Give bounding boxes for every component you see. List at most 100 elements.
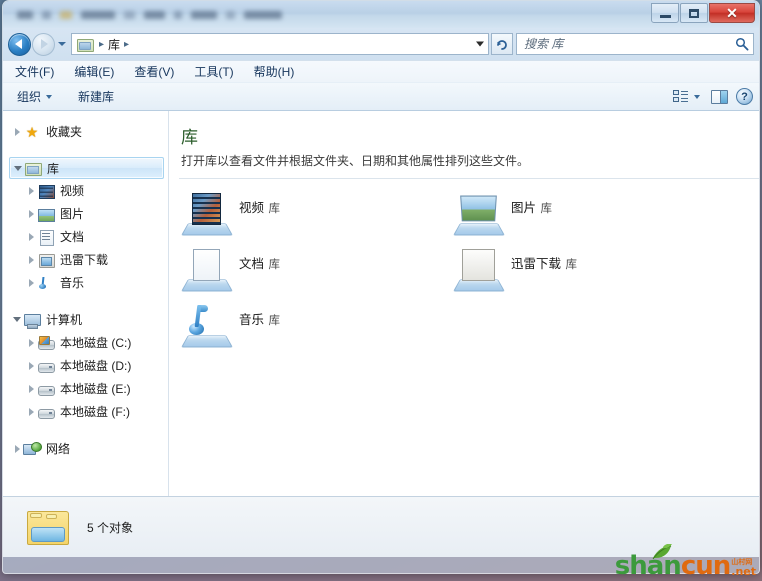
- expander-closed-icon[interactable]: [25, 361, 37, 370]
- back-button[interactable]: [8, 32, 31, 56]
- library-grid: 视频 库 图片 库 文档 库 迅雷下载 库 音乐 库: [169, 179, 759, 355]
- library-item-documents[interactable]: 文档 库: [177, 243, 449, 299]
- file-list-pane[interactable]: 库 打开库以查看文件并根据文件夹、日期和其他属性排列这些文件。 视频 库 图片: [169, 111, 759, 496]
- folder-icon: [24, 160, 42, 176]
- library-item-text: 文档 库: [239, 247, 280, 273]
- expander-closed-icon[interactable]: [11, 444, 23, 453]
- sidebar-item-drive-f[interactable]: 本地磁盘 (F:): [3, 400, 168, 423]
- recent-locations-button[interactable]: [55, 33, 69, 56]
- sidebar-item-thunder-downloads[interactable]: 迅雷下载: [3, 248, 168, 271]
- search-icon[interactable]: [735, 37, 749, 51]
- status-item-count: 5 个对象: [87, 520, 134, 535]
- menu-tools[interactable]: 工具(T): [194, 63, 233, 80]
- navigation-pane: ★ 收藏夹 库 视频 图片 文档 迅雷下载 音乐 计算机 本地磁盘 (C:) 本…: [3, 111, 169, 496]
- menu-edit[interactable]: 编辑(E): [74, 63, 114, 80]
- downloads-library-icon: [455, 247, 503, 293]
- music-library-icon: [183, 303, 231, 349]
- library-item-name: 音乐: [239, 313, 265, 327]
- expander-closed-icon[interactable]: [25, 186, 37, 195]
- sidebar-item-computer[interactable]: 计算机: [3, 308, 168, 331]
- sidebar-item-drive-e[interactable]: 本地磁盘 (E:): [3, 377, 168, 400]
- refresh-icon: [497, 40, 507, 50]
- sidebar-label-videos: 视频: [60, 184, 85, 198]
- address-dropdown-icon[interactable]: [476, 41, 484, 47]
- maximize-button[interactable]: [680, 3, 708, 23]
- sidebar-item-documents[interactable]: 文档: [3, 225, 168, 248]
- breadcrumb-separator-tail[interactable]: ▸: [124, 39, 129, 50]
- sidebar-item-favorites[interactable]: ★ 收藏夹: [3, 120, 168, 143]
- sidebar-label-libraries: 库: [47, 161, 60, 176]
- download-icon: [37, 252, 55, 268]
- library-item-name: 视频: [239, 201, 265, 215]
- search-box[interactable]: [516, 33, 754, 55]
- expander-closed-icon[interactable]: [25, 209, 37, 218]
- sidebar-item-videos[interactable]: 视频: [3, 179, 168, 202]
- expander-closed-icon[interactable]: [25, 232, 37, 241]
- page-title: 库: [181, 128, 199, 147]
- minimize-button[interactable]: [651, 3, 679, 23]
- computer-icon: [23, 312, 41, 329]
- expander-closed-icon[interactable]: [25, 407, 37, 416]
- menu-bar: 文件(F) 编辑(E) 查看(V) 工具(T) 帮助(H): [3, 60, 759, 82]
- address-bar: ▸ 库 ▸: [3, 28, 759, 60]
- menu-view[interactable]: 查看(V): [134, 63, 174, 80]
- library-item-name: 文档: [239, 257, 265, 271]
- expander-open-icon[interactable]: [11, 317, 23, 322]
- menu-file[interactable]: 文件(F): [15, 63, 54, 80]
- sidebar-item-music[interactable]: 音乐: [3, 271, 168, 294]
- title-bar[interactable]: ✕: [3, 1, 759, 28]
- breadcrumb-separator-root[interactable]: ▸: [99, 39, 104, 50]
- library-item-thunder-downloads[interactable]: 迅雷下载 库: [449, 243, 759, 299]
- view-list-icon: [673, 90, 688, 103]
- new-library-button[interactable]: 新建库: [78, 88, 114, 105]
- breadcrumb-item-library[interactable]: 库: [108, 36, 120, 53]
- sidebar-item-pictures[interactable]: 图片: [3, 202, 168, 225]
- library-item-name: 图片: [511, 201, 537, 215]
- sidebar-label-pictures: 图片: [60, 207, 85, 221]
- library-item-text: 音乐 库: [239, 303, 280, 329]
- preview-pane-button[interactable]: [711, 89, 728, 104]
- pictures-library-icon: [455, 191, 503, 237]
- chevron-down-icon[interactable]: [694, 94, 700, 99]
- library-item-text: 迅雷下载 库: [511, 247, 577, 273]
- back-arrow-icon: [15, 39, 22, 49]
- expander-open-icon[interactable]: [12, 165, 24, 171]
- organize-button[interactable]: 组织: [17, 88, 53, 105]
- library-item-subtitle: 库: [565, 259, 577, 271]
- library-item-videos[interactable]: 视频 库: [177, 187, 449, 243]
- expander-closed-icon[interactable]: [25, 255, 37, 264]
- refresh-button[interactable]: [491, 33, 513, 55]
- library-item-subtitle: 库: [268, 203, 280, 215]
- sidebar-label-drive-c: 本地磁盘 (C:): [60, 336, 132, 350]
- documents-library-icon: [183, 247, 231, 293]
- sidebar-label-network: 网络: [46, 442, 71, 456]
- video-library-icon: [183, 191, 231, 237]
- sidebar-item-drive-d[interactable]: 本地磁盘 (D:): [3, 354, 168, 377]
- expander-closed-icon[interactable]: [25, 278, 37, 287]
- organize-label: 组织: [17, 90, 42, 104]
- system-drive-icon: [37, 335, 55, 351]
- explorer-window: ✕ ▸ 库 ▸ 搜索 库 文件(F) 编辑(E) 查看(V) 工具(T) 帮助(…: [2, 0, 760, 574]
- expander-closed-icon[interactable]: [11, 127, 23, 136]
- sidebar-item-drive-c[interactable]: 本地磁盘 (C:): [3, 331, 168, 354]
- library-item-subtitle: 库: [268, 259, 280, 271]
- menu-help[interactable]: 帮助(H): [254, 63, 295, 80]
- change-view-button[interactable]: [670, 88, 703, 105]
- sidebar-item-network[interactable]: 网络: [3, 437, 168, 460]
- expander-closed-icon[interactable]: [25, 384, 37, 393]
- search-input[interactable]: [524, 37, 735, 51]
- library-item-music[interactable]: 音乐 库: [177, 299, 449, 355]
- forward-button[interactable]: [32, 32, 55, 56]
- help-button[interactable]: ?: [736, 88, 753, 105]
- sidebar-item-libraries[interactable]: 库: [9, 157, 164, 179]
- expander-closed-icon[interactable]: [25, 338, 37, 347]
- command-toolbar: 组织 新建库 ?: [3, 82, 759, 111]
- sidebar-label-thunder-downloads: 迅雷下载: [60, 253, 109, 267]
- close-button[interactable]: ✕: [709, 3, 755, 23]
- sidebar-label-music: 音乐: [60, 276, 85, 290]
- library-item-pictures[interactable]: 图片 库: [449, 187, 759, 243]
- breadcrumb-bar[interactable]: ▸ 库 ▸: [71, 33, 489, 55]
